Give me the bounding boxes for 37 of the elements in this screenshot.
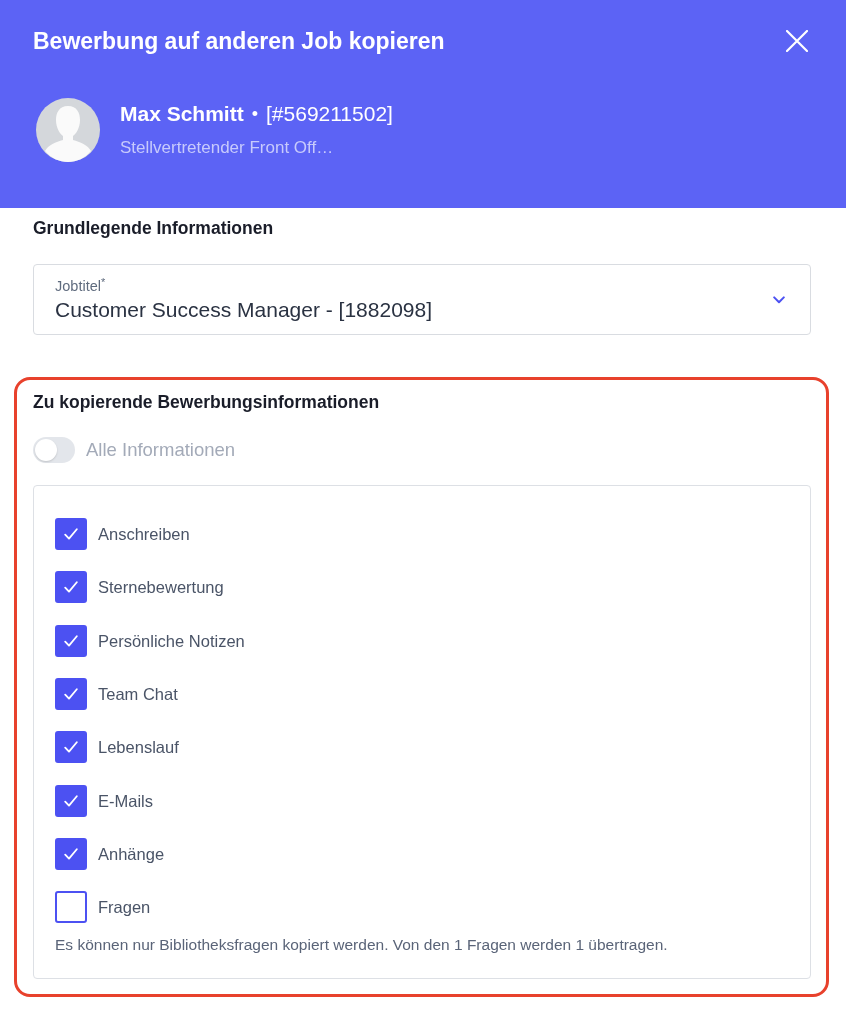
- toggle-label: Alle Informationen: [86, 438, 236, 462]
- check-icon: [64, 581, 78, 594]
- candidate-job-title: Stellvertretender Front Off…: [120, 137, 335, 159]
- checkbox[interactable]: [55, 571, 87, 604]
- close-icon: [786, 30, 808, 52]
- checkbox-label[interactable]: Anhänge: [98, 842, 165, 865]
- candidate-id: [#569211502]: [266, 101, 393, 127]
- checkbox-label[interactable]: Fragen: [98, 896, 151, 919]
- check-icon: [64, 741, 78, 754]
- checkbox[interactable]: [55, 784, 87, 817]
- bullet-separator: •: [251, 103, 258, 126]
- checkbox[interactable]: [55, 624, 87, 657]
- checkbox-label[interactable]: Lebenslauf: [98, 736, 179, 759]
- check-icon: [64, 688, 78, 700]
- chevron-down-icon: [773, 295, 785, 304]
- checkbox-label[interactable]: E-Mails: [98, 789, 153, 812]
- checkbox[interactable]: [55, 731, 87, 764]
- candidate-name: Max Schmitt: [120, 101, 244, 127]
- checkbox[interactable]: [55, 518, 87, 550]
- checkbox-label[interactable]: Persönliche Notizen: [98, 629, 245, 652]
- check-icon: [64, 847, 78, 860]
- check-icon: [64, 634, 78, 647]
- checkbox[interactable]: [55, 891, 87, 924]
- dialog-title: Bewerbung auf anderen Job kopieren: [33, 27, 445, 55]
- check-icon: [64, 528, 78, 540]
- close-button[interactable]: [786, 30, 808, 52]
- job-title-dropdown[interactable]: Jobtitel$^{*}$ Customer Success Manager - [1882098]: [33, 264, 811, 335]
- checkbox-label[interactable]: Sternebewertung: [98, 576, 224, 599]
- check-icon: [64, 794, 78, 807]
- avatar-icon: [36, 98, 100, 162]
- section-heading: Grundlegende Informationen: [33, 217, 275, 239]
- info-note: Es können nur Bibliotheksfragen kopiert werden. Von den 1 Fragen werden 1 übertragen.: [55, 935, 669, 956]
- section-heading: Zu kopierende Bewerbungsinformationen: [33, 391, 381, 413]
- checkbox[interactable]: [55, 837, 87, 870]
- checkbox-label[interactable]: Team Chat: [98, 683, 178, 705]
- checkbox[interactable]: [55, 678, 87, 710]
- checkbox-label[interactable]: Anschreiben: [98, 523, 190, 545]
